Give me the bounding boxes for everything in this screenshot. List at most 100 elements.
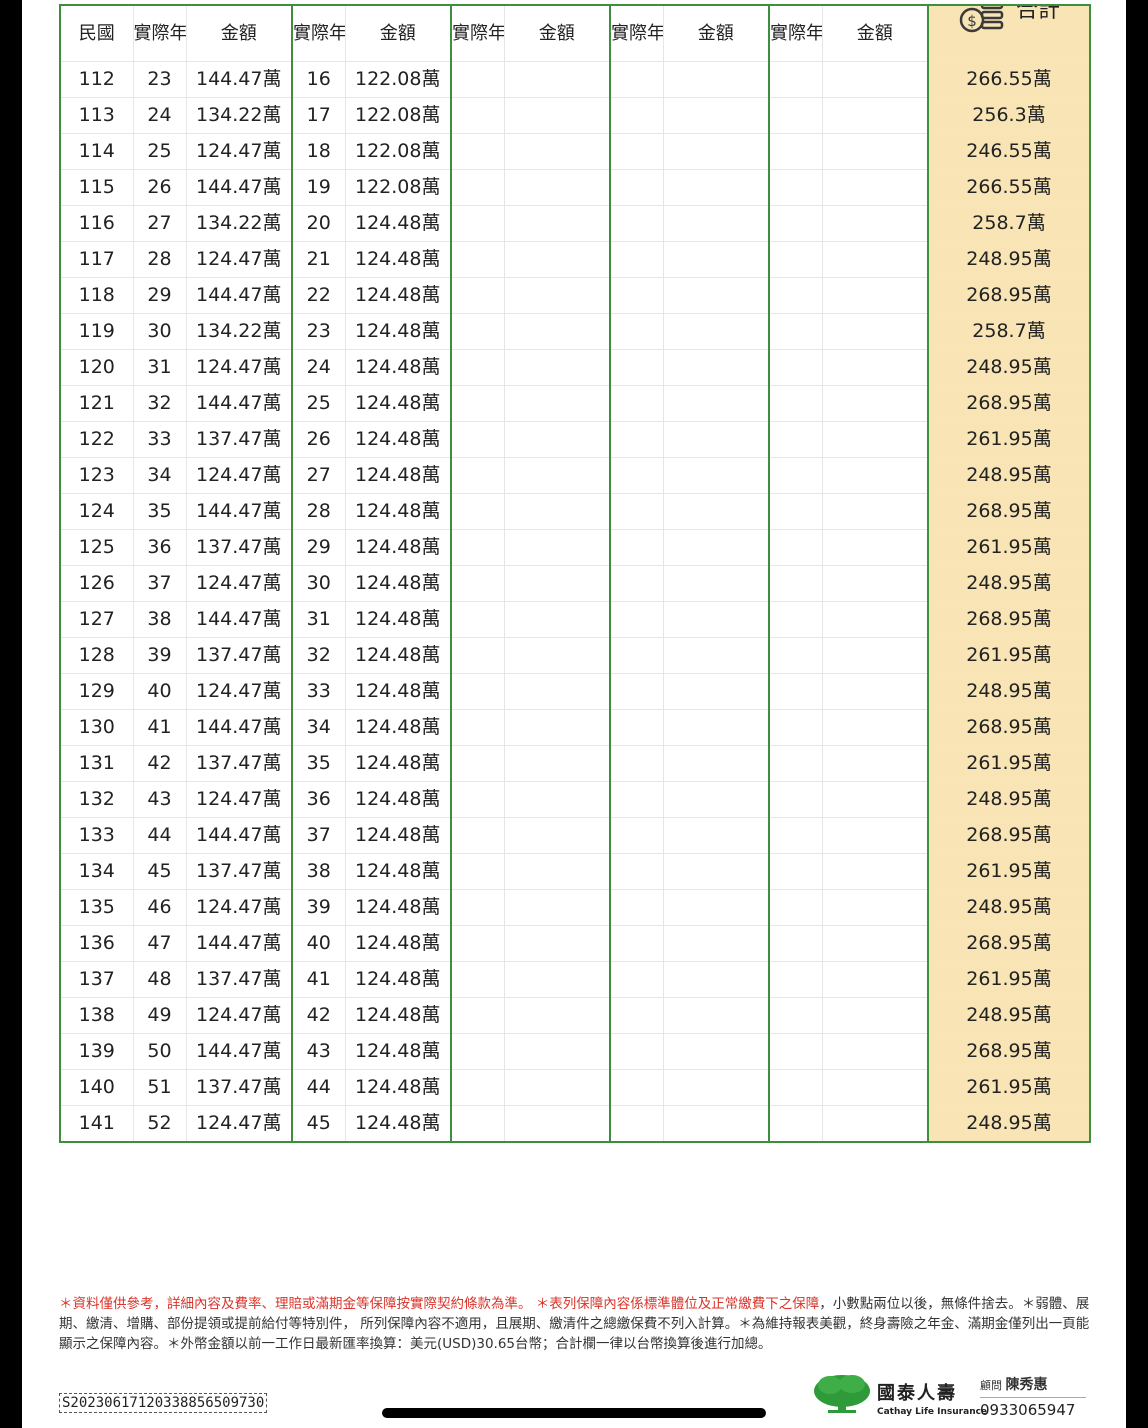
cell-age-5	[768, 169, 823, 206]
cell-year: 121	[59, 385, 134, 422]
cell-amount-5	[821, 169, 929, 206]
cell-age-4	[609, 277, 664, 314]
table-row: 126 37 124.47萬 30 124.48萬 248.95萬	[59, 565, 1091, 602]
cell-amount-3	[503, 205, 611, 242]
cell-age-4	[609, 529, 664, 566]
cell-age-5	[768, 925, 823, 962]
cell-year: 124	[59, 493, 134, 530]
cell-year: 112	[59, 61, 134, 98]
header-amount-4: 金額	[662, 4, 770, 62]
cell-amount-5	[821, 385, 929, 422]
table-row: 127 38 144.47萬 31 124.48萬 268.95萬	[59, 601, 1091, 638]
table-row: 133 44 144.47萬 37 124.48萬 268.95萬	[59, 817, 1091, 854]
header-age-4: 實際年齡	[609, 4, 664, 62]
table-row: 134 45 137.47萬 38 124.48萬 261.95萬	[59, 853, 1091, 890]
cell-amount-1: 124.47萬	[185, 673, 293, 710]
cell-age-2: 25	[291, 385, 346, 422]
cell-age-5	[768, 673, 823, 710]
cell-total: 248.95萬	[927, 457, 1091, 494]
cell-age-2: 22	[291, 277, 346, 314]
cell-amount-3	[503, 61, 611, 98]
cell-age-2: 39	[291, 889, 346, 926]
cell-age-5	[768, 817, 823, 854]
table-row: 116 27 134.22萬 20 124.48萬 258.7萬	[59, 205, 1091, 242]
cell-amount-1: 124.47萬	[185, 241, 293, 278]
cell-amount-5	[821, 565, 929, 602]
cell-total: 248.95萬	[927, 241, 1091, 278]
cell-age-3	[450, 457, 505, 494]
cell-amount-4	[662, 313, 770, 350]
cell-amount-5	[821, 1033, 929, 1070]
cell-year: 132	[59, 781, 134, 818]
cell-age-4	[609, 241, 664, 278]
cell-amount-4	[662, 421, 770, 458]
table-row: 122 33 137.47萬 26 124.48萬 261.95萬	[59, 421, 1091, 458]
cell-age-1: 35	[132, 493, 187, 530]
cell-amount-4	[662, 457, 770, 494]
cell-age-3	[450, 529, 505, 566]
coin-stack-icon: $	[959, 6, 1004, 33]
cell-total: 246.55萬	[927, 133, 1091, 170]
cell-year: 128	[59, 637, 134, 674]
cell-amount-3	[503, 97, 611, 134]
cell-amount-2: 124.48萬	[344, 997, 452, 1034]
cell-age-2: 40	[291, 925, 346, 962]
cell-amount-4	[662, 1069, 770, 1106]
cell-age-1: 47	[132, 925, 187, 962]
cell-amount-3	[503, 745, 611, 782]
header-amount-2: 金額	[344, 4, 452, 62]
cell-year: 138	[59, 997, 134, 1034]
cell-age-5	[768, 385, 823, 422]
table-row: 129 40 124.47萬 33 124.48萬 248.95萬	[59, 673, 1091, 710]
cell-amount-2: 124.48萬	[344, 601, 452, 638]
table-row: 140 51 137.47萬 44 124.48萬 261.95萬	[59, 1069, 1091, 1106]
cell-age-2: 43	[291, 1033, 346, 1070]
svg-text:$: $	[967, 12, 977, 30]
cell-amount-5	[821, 961, 929, 998]
table-row: 141 52 124.47萬 45 124.48萬 248.95萬	[59, 1105, 1091, 1143]
cell-age-1: 49	[132, 997, 187, 1034]
cell-age-1: 41	[132, 709, 187, 746]
cell-amount-4	[662, 565, 770, 602]
cell-age-1: 46	[132, 889, 187, 926]
cell-total: 268.95萬	[927, 277, 1091, 314]
table-row: 124 35 144.47萬 28 124.48萬 268.95萬	[59, 493, 1091, 530]
cell-age-1: 27	[132, 205, 187, 242]
cell-year: 133	[59, 817, 134, 854]
cell-amount-2: 124.48萬	[344, 781, 452, 818]
cell-age-3	[450, 565, 505, 602]
cell-age-5	[768, 601, 823, 638]
cell-year: 131	[59, 745, 134, 782]
cell-amount-4	[662, 277, 770, 314]
home-indicator[interactable]	[382, 1408, 766, 1418]
table-row: 121 32 144.47萬 25 124.48萬 268.95萬	[59, 385, 1091, 422]
table-row: 132 43 124.47萬 36 124.48萬 248.95萬	[59, 781, 1091, 818]
cell-amount-1: 137.47萬	[185, 529, 293, 566]
cell-year: 135	[59, 889, 134, 926]
cell-amount-3	[503, 637, 611, 674]
cell-year: 134	[59, 853, 134, 890]
cell-amount-4	[662, 205, 770, 242]
cell-age-3	[450, 961, 505, 998]
cell-year: 139	[59, 1033, 134, 1070]
cell-year: 125	[59, 529, 134, 566]
cell-age-3	[450, 205, 505, 242]
cell-amount-4	[662, 1105, 770, 1143]
cell-age-3	[450, 493, 505, 530]
header-age-2: 實際年齡	[291, 4, 346, 62]
cell-amount-4	[662, 529, 770, 566]
cell-age-1: 42	[132, 745, 187, 782]
report-page: 民國 實際年齡 金額 實際年齡 金額 實際年齡 金額 實際年齡 金額 實際年齡 …	[22, 0, 1126, 1428]
cell-year: 114	[59, 133, 134, 170]
table-row: 112 23 144.47萬 16 122.08萬 266.55萬	[59, 61, 1091, 98]
cell-amount-3	[503, 349, 611, 386]
cell-year: 141	[59, 1105, 134, 1143]
cell-age-3	[450, 1033, 505, 1070]
cell-total: 268.95萬	[927, 601, 1091, 638]
cell-amount-2: 124.48萬	[344, 277, 452, 314]
cell-age-4	[609, 1069, 664, 1106]
cell-age-2: 27	[291, 457, 346, 494]
cell-age-2: 21	[291, 241, 346, 278]
table-row: 139 50 144.47萬 43 124.48萬 268.95萬	[59, 1033, 1091, 1070]
cell-age-5	[768, 1069, 823, 1106]
